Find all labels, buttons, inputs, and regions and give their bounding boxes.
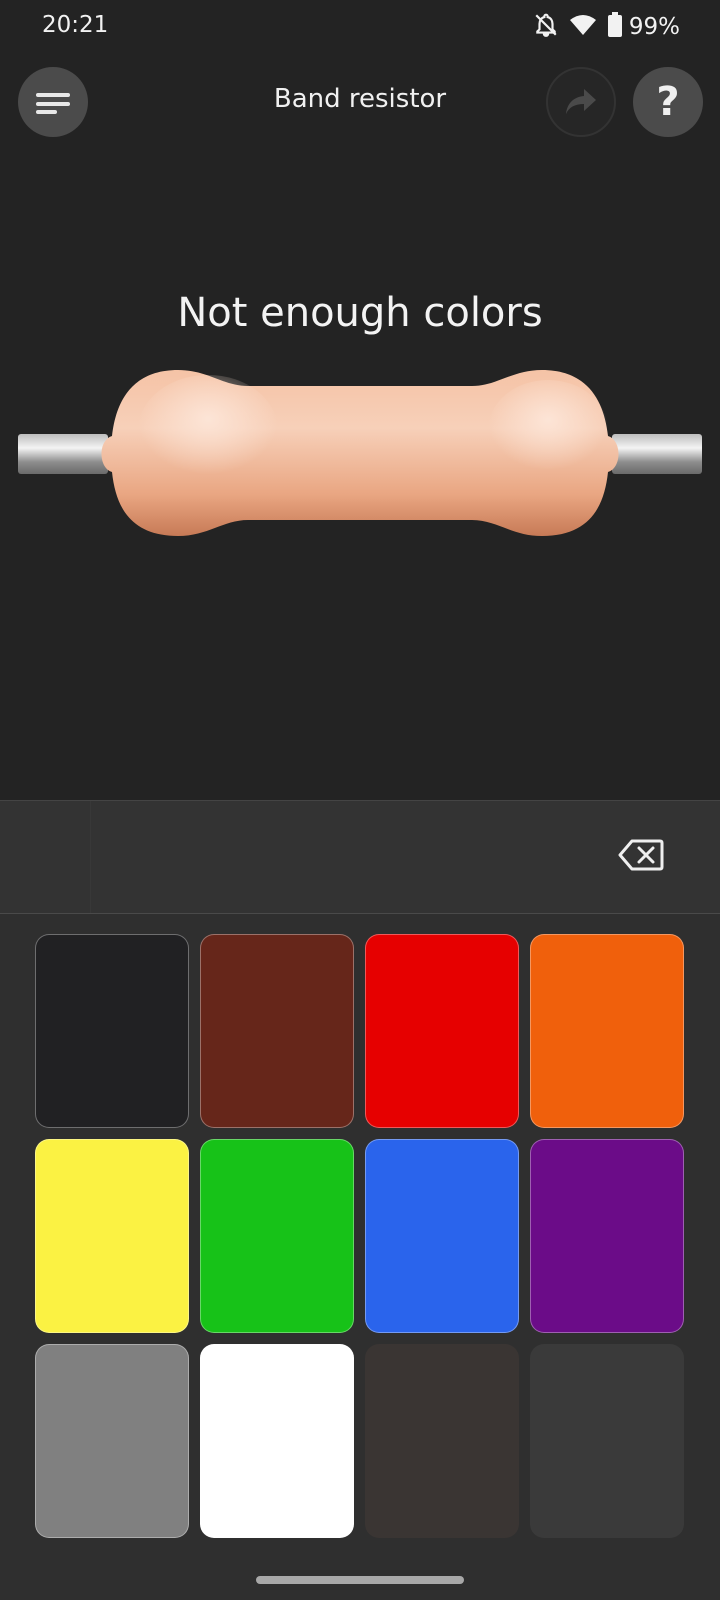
battery-percent: 99% [628,14,680,40]
share-button[interactable] [546,67,616,137]
resistor-lead-right [612,434,702,474]
home-indicator[interactable] [256,1576,464,1584]
help-icon: ? [656,79,680,125]
color-swatch-yellow[interactable] [35,1139,189,1333]
color-swatch-gold[interactable] [365,1344,519,1538]
color-swatch-orange[interactable] [530,934,684,1128]
status-bar: 20:21 99% [0,0,720,56]
color-swatch-red[interactable] [365,934,519,1128]
resistor-illustration [18,370,702,536]
help-button[interactable]: ? [633,67,703,137]
backspace-button[interactable] [618,837,664,873]
backspace-icon [618,839,664,871]
color-swatch-gray[interactable] [35,1344,189,1538]
battery-icon [607,12,623,42]
status-icons: 99% [533,10,680,44]
status-message: Not enough colors [177,290,543,336]
color-swatch-green[interactable] [200,1139,354,1333]
color-palette [0,914,720,1600]
band-input-area [0,801,720,913]
notifications-off-icon [533,12,559,42]
color-swatch-silver[interactable] [530,1344,684,1538]
status-time: 20:21 [42,12,109,38]
color-swatch-white[interactable] [200,1344,354,1538]
color-swatch-black[interactable] [35,934,189,1128]
app-bar: Band resistor ? [0,62,720,142]
color-swatch-violet[interactable] [530,1139,684,1333]
color-swatch-brown[interactable] [200,934,354,1128]
color-swatch-blue[interactable] [365,1139,519,1333]
wifi-icon [569,13,597,41]
share-icon [566,89,596,114]
input-guide-line [90,801,91,913]
resistor-lead-left [18,434,108,474]
